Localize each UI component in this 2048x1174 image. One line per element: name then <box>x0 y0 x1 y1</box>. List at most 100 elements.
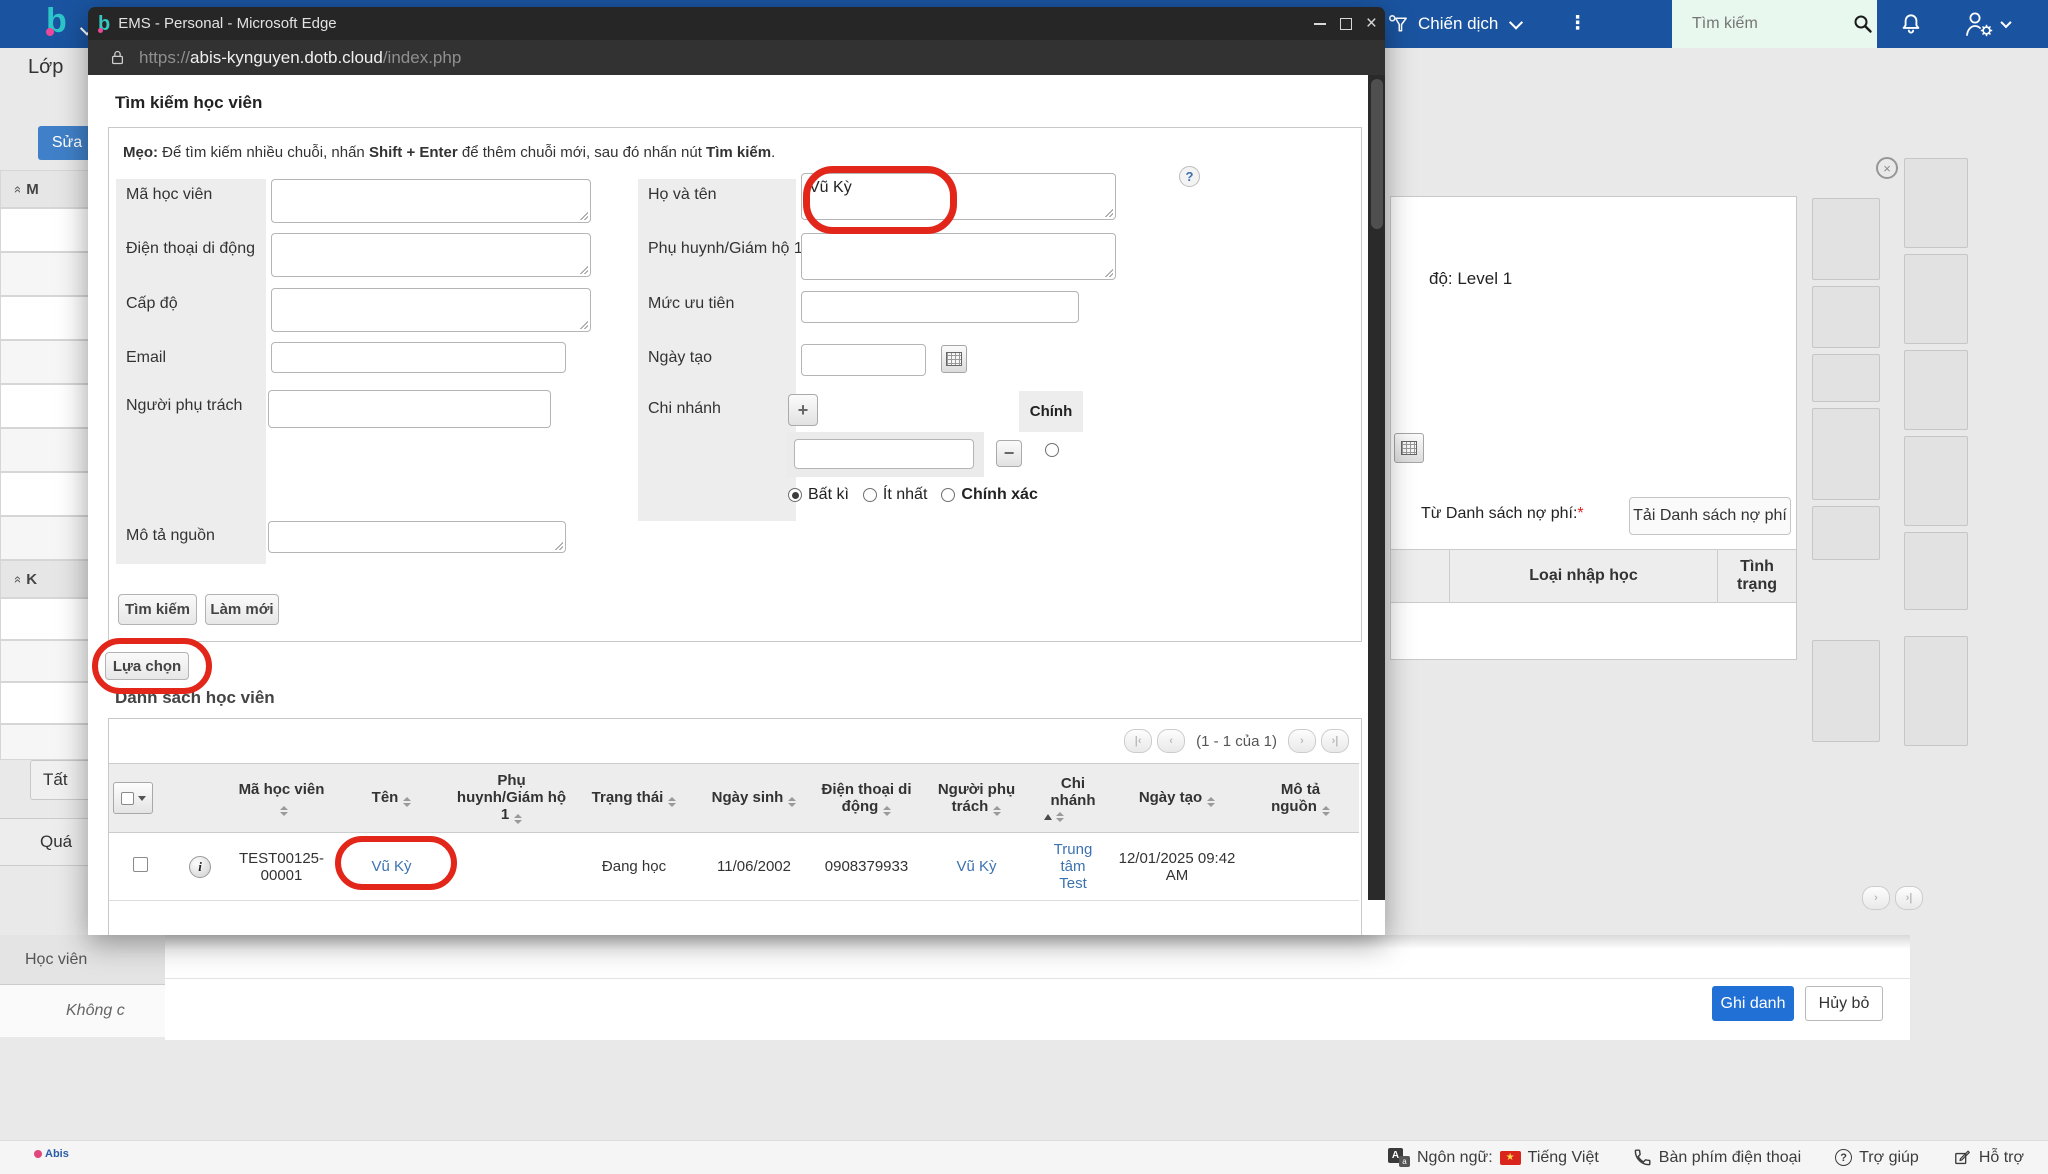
match-exact-radio[interactable] <box>941 488 955 502</box>
select-all-checkbox[interactable] <box>121 792 134 805</box>
select-all-dropdown[interactable] <box>113 782 153 814</box>
bg-box <box>1812 408 1880 500</box>
abis-brand[interactable]: Abis <box>34 1148 69 1160</box>
row-assigned-cell[interactable]: Vũ Kỳ <box>919 833 1034 901</box>
pager-next-icon[interactable]: › <box>1862 886 1890 910</box>
column-header-assigned[interactable]: Người phụ trách <box>919 764 1034 833</box>
bg-empty-row-text: Không c <box>0 985 165 1037</box>
guardian-field[interactable] <box>801 233 1116 280</box>
sort-icon <box>514 814 522 824</box>
pager-last-button[interactable]: ›| <box>1321 729 1349 753</box>
branch-field[interactable] <box>794 439 974 469</box>
popup-scrollbar[interactable] <box>1368 75 1385 900</box>
language-switcher[interactable]: Aa Ngôn ngữ: ★ Tiếng Việt <box>1388 1148 1599 1167</box>
column-header-source[interactable]: Mô tả nguồn <box>1242 764 1359 833</box>
page-info: (1 - 1 của 1) <box>1196 733 1277 750</box>
row-checkbox[interactable] <box>133 857 148 872</box>
student-row[interactable]: i TEST00125-00001 Vũ Kỳ Đang học 11/06/2… <box>109 833 1359 901</box>
cancel-button[interactable]: Hủy bỏ <box>1805 986 1883 1021</box>
assigned-user-field[interactable] <box>268 390 551 428</box>
bg-row-header: Học viên <box>0 935 165 985</box>
load-fee-list-button[interactable]: Tải Danh sách nợ phí <box>1629 497 1791 535</box>
global-search[interactable] <box>1672 0 1877 48</box>
phone-keyboard-button[interactable]: Bàn phím điện thoại <box>1633 1148 1801 1167</box>
pager-prev-button[interactable]: ‹ <box>1157 729 1185 753</box>
enroll-button[interactable]: Ghi danh <box>1712 986 1794 1021</box>
more-menu-icon[interactable]: ⋮ <box>1568 12 1587 35</box>
column-header-mobile[interactable]: Điện thoại di động <box>814 764 919 833</box>
sort-icon <box>1056 812 1064 822</box>
pager-last-icon[interactable]: ›| <box>1895 886 1923 910</box>
campaign-menu[interactable]: Chiến dịch <box>1388 0 1521 48</box>
column-header-created[interactable]: Ngày tạo <box>1112 764 1242 833</box>
bg-button-fragment[interactable]: Tất <box>30 760 90 800</box>
email-label: Email <box>126 349 166 367</box>
maximize-button[interactable] <box>1340 18 1352 30</box>
column-header-code[interactable]: Mã học viên <box>229 764 334 833</box>
pager-first-button[interactable]: |‹ <box>1124 729 1152 753</box>
minimize-button[interactable] <box>1314 23 1326 25</box>
mobile-field[interactable] <box>271 233 591 277</box>
sort-icon <box>1207 797 1215 807</box>
branch-remove-button[interactable]: − <box>996 440 1022 467</box>
url-scheme: https:// <box>139 48 190 67</box>
bg-box <box>1812 286 1880 348</box>
reset-button[interactable]: Làm mới <box>205 594 279 625</box>
row-name-cell[interactable]: Vũ Kỳ <box>334 833 449 901</box>
assigned-user-link[interactable]: Vũ Kỳ <box>956 858 996 875</box>
student-list-title: Danh sách học viên <box>115 688 275 708</box>
help-button[interactable]: ? Trợ giúp <box>1835 1149 1919 1167</box>
column-header-birthdate[interactable]: Ngày sinh <box>694 764 814 833</box>
column-header-status[interactable]: Trạng thái <box>574 764 694 833</box>
sort-icon <box>668 797 676 807</box>
table-row-fragment <box>0 598 100 640</box>
search-icon[interactable] <box>1852 13 1874 35</box>
match-at-least-radio[interactable] <box>863 488 877 502</box>
vietnam-flag-icon: ★ <box>1500 1151 1521 1165</box>
bg-box <box>1904 532 1968 610</box>
student-code-field[interactable] <box>271 179 591 223</box>
select-all-header[interactable] <box>109 764 171 833</box>
info-icon[interactable]: i <box>189 856 211 878</box>
full-name-label: Họ và tên <box>648 186 716 204</box>
bg-dialog-footer: Ghi danh Hủy bỏ <box>165 935 1910 1040</box>
browser-window: b EMS - Personal - Microsoft Edge × http… <box>88 7 1385 935</box>
dialog-close-icon[interactable]: × <box>1876 157 1898 179</box>
calendar-icon[interactable] <box>1394 433 1424 463</box>
column-header-guardian[interactable]: Phụ huynh/Giám hộ 1 <box>449 764 574 833</box>
global-search-input[interactable] <box>1690 14 1844 34</box>
row-info-cell[interactable]: i <box>171 833 229 901</box>
column-header-branch[interactable]: Chi nhánh <box>1034 764 1112 833</box>
row-created: 12/01/2025 09:42 AM <box>1112 833 1242 901</box>
full-name-field[interactable]: Vũ Kỳ <box>801 173 1116 220</box>
source-description-field[interactable] <box>268 521 566 553</box>
student-name-link[interactable]: Vũ Kỳ <box>371 858 411 875</box>
row-source <box>1242 833 1359 901</box>
email-field[interactable] <box>271 342 566 373</box>
row-guardian <box>449 833 574 901</box>
results-panel: |‹ ‹ (1 - 1 của 1) › ›| <box>108 718 1362 935</box>
match-any-radio[interactable] <box>788 488 802 502</box>
branch-primary-radio[interactable] <box>1045 443 1059 457</box>
priority-field[interactable] <box>801 291 1079 323</box>
select-button[interactable]: Lựa chọn <box>105 652 189 680</box>
bg-box <box>1904 436 1968 526</box>
row-select-cell[interactable] <box>109 833 171 901</box>
date-created-field[interactable] <box>801 344 926 376</box>
notifications-bell-icon[interactable] <box>1898 11 1924 37</box>
branch-link[interactable]: Trung tâm Test <box>1054 841 1093 892</box>
support-button[interactable]: Hỗ trợ <box>1953 1148 2024 1167</box>
date-created-calendar-icon[interactable] <box>941 345 967 373</box>
match-exact-label: Chính xác <box>961 486 1037 504</box>
window-titlebar: b EMS - Personal - Microsoft Edge × <box>88 7 1385 40</box>
close-button[interactable]: × <box>1366 14 1377 33</box>
pager-next-button[interactable]: › <box>1288 729 1316 753</box>
app-logo[interactable]: b <box>46 4 67 38</box>
help-icon[interactable]: ? <box>1179 166 1200 187</box>
user-settings-menu[interactable] <box>1962 8 2010 40</box>
search-button[interactable]: Tìm kiếm <box>118 594 197 625</box>
column-header-name[interactable]: Tên <box>334 764 449 833</box>
row-branch-cell[interactable]: Trung tâm Test <box>1034 833 1112 901</box>
branch-add-button[interactable]: + <box>788 394 818 426</box>
level-field[interactable] <box>271 288 591 332</box>
